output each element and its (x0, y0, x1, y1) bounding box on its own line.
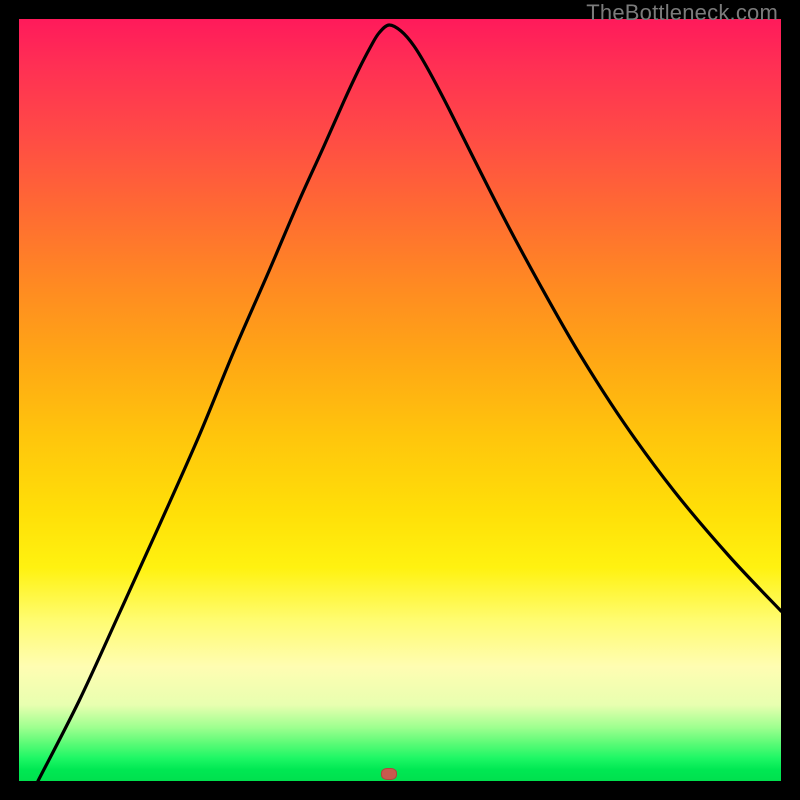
watermark-text: TheBottleneck.com (586, 0, 778, 26)
bottleneck-curve (19, 19, 781, 781)
chart-plot-area (19, 19, 781, 781)
optimal-point-marker (381, 768, 397, 780)
chart-frame: TheBottleneck.com (0, 0, 800, 800)
